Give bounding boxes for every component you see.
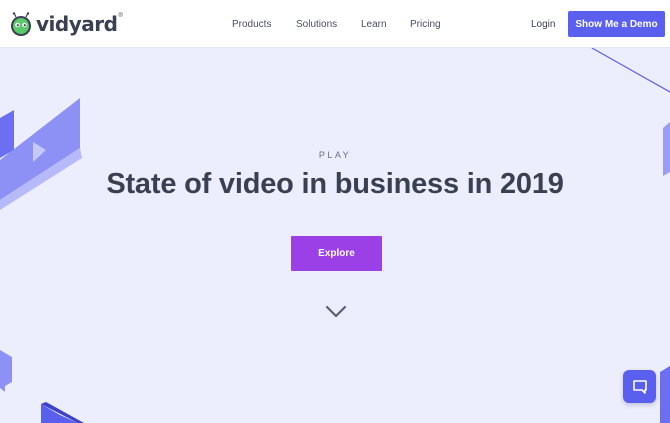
logo-registered-mark: ® bbox=[118, 13, 123, 19]
show-demo-button[interactable]: Show Me a Demo bbox=[568, 11, 665, 37]
hero-eyebrow: PLAY bbox=[318, 150, 352, 160]
nav-products-label: Products bbox=[232, 18, 272, 30]
chat-button[interactable] bbox=[623, 370, 656, 403]
site-header: vidyard ® Products Solutions Learn Prici… bbox=[0, 0, 670, 48]
decor-bubble bbox=[0, 350, 12, 392]
nav-item-learn[interactable]: Learn bbox=[361, 0, 387, 48]
nav-solutions-label: Solutions bbox=[296, 18, 338, 30]
page: vidyard ® Products Solutions Learn Prici… bbox=[0, 0, 670, 423]
login-link[interactable]: Login bbox=[531, 0, 555, 48]
nav-learn-label: Learn bbox=[361, 18, 387, 30]
explore-button[interactable]: Explore bbox=[291, 236, 382, 271]
chevron-down-icon[interactable] bbox=[325, 305, 347, 319]
nav-pricing-label: Pricing bbox=[410, 18, 441, 30]
vidyard-robot-icon bbox=[11, 12, 31, 36]
decor-block-right bbox=[660, 366, 670, 423]
nav-item-products[interactable]: Products bbox=[232, 0, 271, 48]
hero-headline: State of video in business in 2019 bbox=[106, 168, 564, 200]
logo[interactable]: vidyard ® bbox=[9, 11, 123, 37]
decor-line bbox=[591, 47, 670, 93]
chat-bubble-icon bbox=[632, 379, 647, 394]
nav-item-pricing[interactable]: Pricing bbox=[410, 0, 441, 48]
nav-item-solutions[interactable]: Solutions bbox=[296, 0, 337, 48]
hero-decoration bbox=[0, 47, 670, 423]
logo-text: vidyard bbox=[36, 12, 118, 36]
